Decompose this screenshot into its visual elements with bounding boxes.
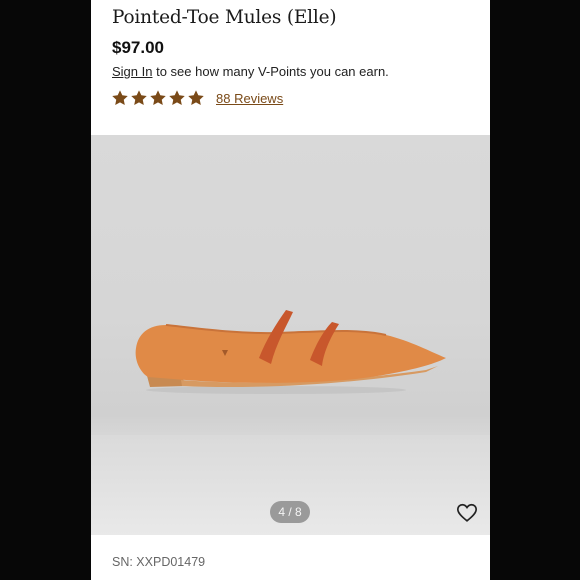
product-price: $97.00 [112,38,164,57]
product-title: Pointed-Toe Mules (Elle) [112,7,337,28]
star-icon [169,90,185,106]
heart-icon[interactable] [456,502,478,524]
vpoints-message: Sign In to see how many V-Points you can… [112,64,389,79]
star-rating [111,89,205,107]
star-icon [150,90,166,106]
vpoints-text: to see how many V-Points you can earn. [152,64,389,79]
star-icon [112,90,128,106]
product-image[interactable] [126,300,456,395]
sku-number: SN: XXPD01479 [112,555,206,569]
star-icon [131,90,147,106]
product-image-gallery[interactable]: 4 / 8 [91,135,490,535]
right-backdrop [490,0,580,580]
rating-row: 88 Reviews [111,88,283,108]
left-backdrop [0,0,91,580]
reviews-link[interactable]: 88 Reviews [216,91,283,106]
image-pager: 4 / 8 [270,501,310,523]
star-icon [188,90,204,106]
product-panel: Pointed-Toe Mules (Elle) $97.00 Sign In … [91,0,490,580]
sign-in-link[interactable]: Sign In [112,64,152,79]
